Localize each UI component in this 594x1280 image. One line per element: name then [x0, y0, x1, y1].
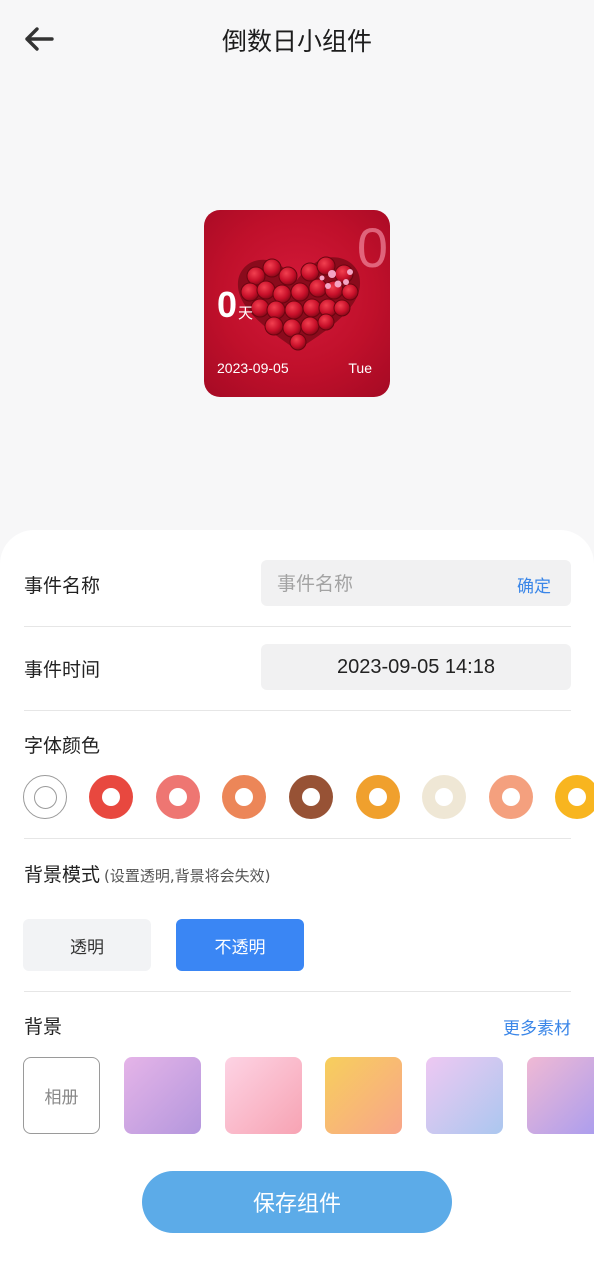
color-swatch-peach[interactable] [489, 775, 533, 819]
more-materials-link[interactable]: 更多素材 [503, 1014, 571, 1039]
widget-day-count: 0 [217, 284, 238, 325]
event-name-field[interactable]: 确定 [261, 560, 571, 608]
bg-gradient-4[interactable] [426, 1057, 503, 1134]
bg-mode-label: 背景模式 [24, 864, 101, 886]
bg-mode-hint: (设置透明,背景将会失效) [104, 867, 271, 885]
bg-mode-row: 背景模式 (设置透明,背景将会失效) [24, 860, 271, 887]
bg-gradient-5[interactable] [527, 1057, 594, 1134]
font-color-label: 字体颜色 [24, 735, 101, 757]
event-name-label: 事件名称 [24, 575, 101, 597]
font-color-swatches [23, 775, 594, 821]
header: 倒数日小组件 [0, 0, 594, 80]
color-swatch-orange[interactable] [356, 775, 400, 819]
event-time-picker[interactable]: 2023-09-05 14:18 [261, 644, 571, 690]
divider [24, 626, 571, 627]
widget-preview[interactable]: 0 0 天 2023-09-05 Tue [204, 210, 390, 397]
background-label: 背景 [24, 1016, 63, 1038]
album-button[interactable]: 相册 [23, 1057, 100, 1134]
color-swatch-pink[interactable] [156, 775, 200, 819]
widget-weekday: Tue [348, 360, 372, 376]
bg-gradient-3[interactable] [325, 1057, 402, 1134]
save-widget-button[interactable]: 保存组件 [142, 1171, 452, 1233]
page-title: 倒数日小组件 [221, 27, 372, 56]
color-swatch-white[interactable] [23, 775, 67, 819]
divider [24, 838, 571, 839]
widget-day-unit: 天 [238, 304, 254, 322]
confirm-button[interactable]: 确定 [517, 572, 551, 597]
opaque-button[interactable]: 不透明 [176, 919, 304, 971]
bg-gradient-1[interactable] [124, 1057, 201, 1134]
event-time-label: 事件时间 [24, 659, 101, 681]
event-name-input[interactable] [275, 560, 499, 608]
color-swatch-coral[interactable] [222, 775, 266, 819]
divider [24, 991, 571, 992]
color-swatch-yellow[interactable] [555, 775, 594, 819]
widget-date: 2023-09-05 [217, 360, 289, 376]
divider [24, 710, 571, 711]
bg-gradient-2[interactable] [225, 1057, 302, 1134]
color-swatch-cream[interactable] [422, 775, 466, 819]
widget-big-number: 0 [356, 216, 388, 279]
color-swatch-brown[interactable] [289, 775, 333, 819]
transparent-button[interactable]: 透明 [23, 919, 151, 971]
color-swatch-red[interactable] [89, 775, 133, 819]
settings-panel: 事件名称 确定 事件时间 2023-09-05 14:18 字体颜色 背景模式(… [0, 530, 594, 1280]
